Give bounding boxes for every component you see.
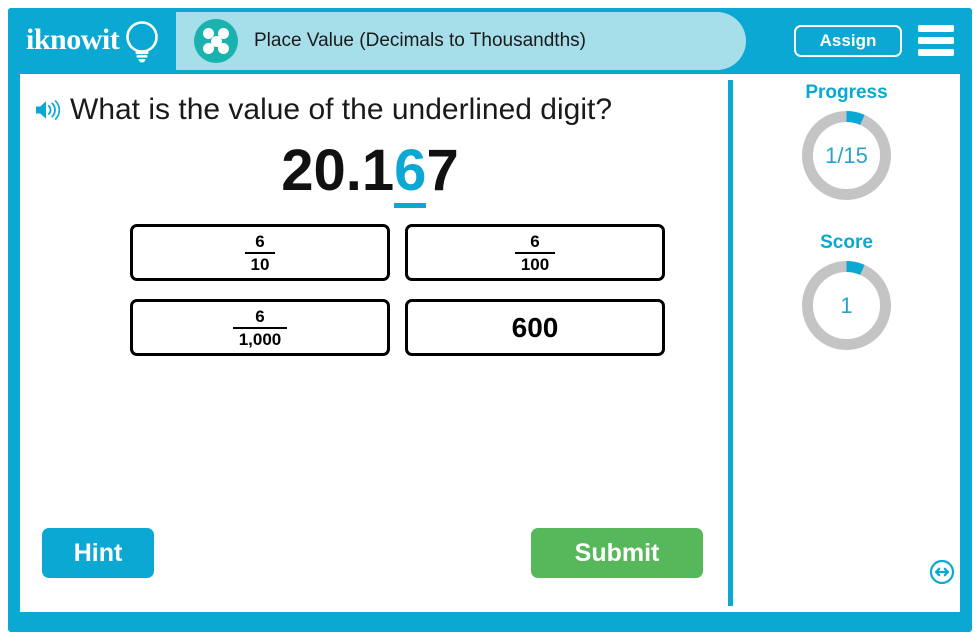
fraction-numerator: 6 <box>255 231 265 251</box>
progress-value: 1/15 <box>825 142 868 168</box>
lesson-title: Place Value (Decimals to Thousandths) <box>254 30 586 51</box>
answer-choice-1[interactable]: 6 100 <box>405 224 665 281</box>
answer-choice-3[interactable]: 600 <box>405 299 665 356</box>
fraction-numerator: 6 <box>530 231 540 251</box>
fraction-denominator: 10 <box>244 251 276 274</box>
app-frame: iknowit Place Value (Decimals to Thousan… <box>8 8 972 632</box>
answer-choices: 6 10 6 100 6 1,000 600 <box>130 224 676 372</box>
score-value: 1 <box>840 292 853 318</box>
assign-button[interactable]: Assign <box>794 25 902 57</box>
score-donut: 1 <box>798 257 895 354</box>
app-header: iknowit Place Value (Decimals to Thousan… <box>8 8 972 74</box>
progress-label: Progress <box>805 82 888 103</box>
resize-horizontal-icon[interactable] <box>929 559 955 585</box>
score-label: Score <box>820 232 873 253</box>
number-prefix: 20.1 <box>281 138 395 203</box>
content-panel: What is the value of the underlined digi… <box>20 74 960 612</box>
problem-number: 20.167 <box>20 136 720 208</box>
hamburger-menu-icon[interactable] <box>918 25 954 56</box>
question-row: What is the value of the underlined digi… <box>34 88 714 132</box>
fraction-denominator: 100 <box>514 251 556 274</box>
question-prompt: What is the value of the underlined digi… <box>70 93 613 126</box>
plain-value: 600 <box>511 311 559 343</box>
number-suffix: 7 <box>426 138 459 203</box>
progress-donut: 1/15 <box>798 107 895 204</box>
fraction-denominator: 1,000 <box>232 326 288 349</box>
number-highlight: 6 <box>394 138 427 208</box>
fraction-value: 6 10 <box>244 231 276 274</box>
logo-text: iknowit <box>26 23 120 56</box>
fraction-numerator: 6 <box>255 306 265 326</box>
iknowit-logo[interactable]: iknowit <box>24 16 174 66</box>
answer-choice-0[interactable]: 6 10 <box>130 224 390 281</box>
hint-button[interactable]: Hint <box>42 528 154 578</box>
speaker-audio-icon[interactable] <box>34 98 64 122</box>
answer-choice-2[interactable]: 6 1,000 <box>130 299 390 356</box>
fraction-value: 6 1,000 <box>232 306 288 349</box>
five-dots-icon <box>194 19 238 63</box>
submit-button[interactable]: Submit <box>531 528 703 578</box>
lesson-title-pill: Place Value (Decimals to Thousandths) <box>176 12 746 70</box>
fraction-value: 6 100 <box>514 231 556 274</box>
lightbulb-icon <box>126 21 158 63</box>
stats-panel: Progress 1/15 Score 1 <box>733 74 960 612</box>
